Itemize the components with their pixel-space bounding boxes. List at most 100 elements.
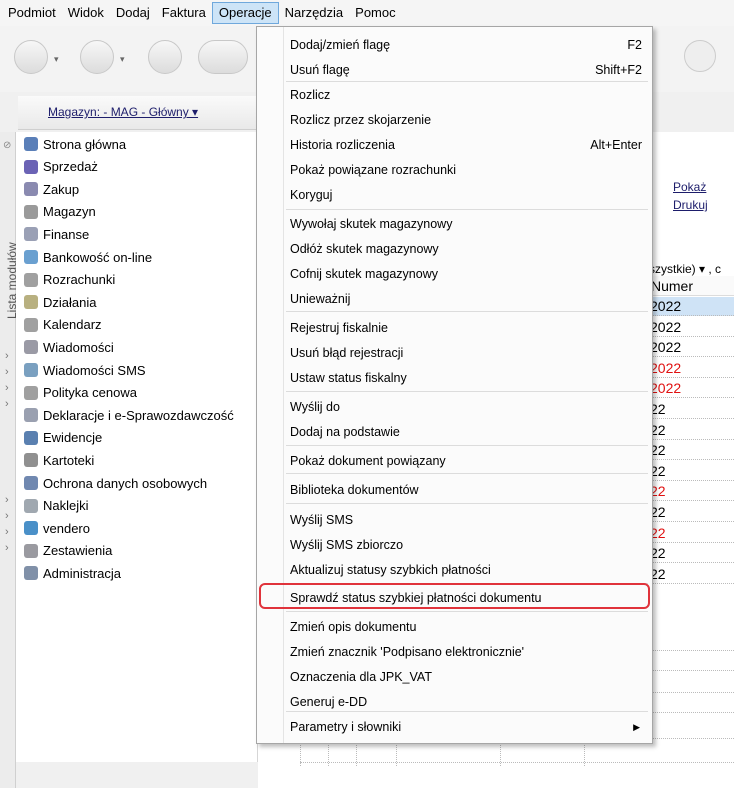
table-row[interactable]: 22 [648,503,734,522]
show-link[interactable]: Pokaż [673,180,706,194]
module-item[interactable]: Zestawienia [16,540,112,562]
warehouse-selector[interactable]: Magazyn: - MAG - Główny ▾ [18,96,258,130]
menu-item[interactable]: Wyślij SMS zbiorczo [257,533,652,557]
module-item[interactable]: Administracja [16,562,121,584]
menu-item[interactable]: Rozlicz przez skojarzenie [257,108,652,132]
menu-item-label: Rozlicz [290,88,331,102]
menu-item[interactable]: Odłóż skutek magazynowy [257,237,652,261]
table-row[interactable]: 22 [648,544,734,564]
menu-item[interactable]: Zmień opis dokumentu [257,615,652,639]
pin-icon[interactable]: ⊘ [3,140,11,151]
admin-icon [24,566,38,581]
back-icon[interactable] [14,40,48,74]
menu-item[interactable]: Dodaj/zmień flagę F2 [257,33,652,57]
menu-item[interactable]: Zmień znacznik 'Podpisano elektronicznie… [257,640,652,664]
menu-item[interactable]: Parametry i słowniki ▶ [257,715,652,739]
menu-item[interactable]: Wyślij SMS [257,508,652,532]
module-item[interactable]: Ochrona danych osobowych [16,472,207,494]
chevron-right-icon[interactable]: › [5,398,9,410]
chevron-right-icon[interactable]: › [5,542,9,554]
module-item[interactable]: Wiadomości [16,336,114,358]
menu-dodaj[interactable]: Dodaj [110,2,156,24]
module-item[interactable]: Finanse [16,223,89,245]
menu-item-label: Koryguj [290,188,333,202]
menu-podmiot[interactable]: Podmiot [2,2,62,24]
module-item[interactable]: Wiadomości SMS [16,359,146,381]
table-row[interactable]: 22 [648,462,734,481]
menu-widok[interactable]: Widok [62,2,110,24]
chevron-right-icon[interactable]: › [5,510,9,522]
table-row[interactable]: 2022 [648,318,734,337]
menu-item[interactable]: Dodaj na podstawie [257,420,652,444]
menu-item[interactable]: Generuj e-DD [257,690,652,714]
table-row[interactable]: 22 [648,524,734,543]
menu-item-label: Pokaż powiązane rozrachunki [290,163,457,177]
table-row[interactable]: 2022 [648,379,734,399]
menu-item[interactable]: Usuń flagę Shift+F2 [257,58,652,82]
menu-separator [286,391,648,392]
module-item[interactable]: Polityka cenowa [16,382,137,404]
menu-item[interactable]: Rejestruj fiskalnie [257,316,652,340]
module-item[interactable]: Zakup [16,178,79,200]
tag-icon[interactable] [198,40,248,74]
module-item[interactable]: Naklejki [16,495,89,517]
home-icon [24,137,38,151]
column-header-number[interactable]: Numer [648,276,734,296]
menu-item[interactable]: Oznaczenia dla JPK_VAT [257,665,652,689]
module-item[interactable]: Ewidencje [16,427,102,449]
menu-item-label: Unieważnij [290,292,351,306]
module-item[interactable]: Strona główna [16,133,126,155]
module-list-tab[interactable]: ⊘ › › › › Lista modułów › › › › [0,132,19,788]
table-row[interactable]: 22 [648,565,734,584]
menu-item[interactable]: Biblioteka dokumentów [257,478,652,502]
table-row[interactable]: 2022 [648,359,734,378]
forward-icon[interactable] [80,40,114,74]
chevron-right-icon[interactable]: › [5,366,9,378]
table-row[interactable]: 22 [648,421,734,440]
module-item-label: Ochrona danych osobowych [43,475,208,491]
module-item[interactable]: Sprzedaż [16,156,98,178]
table-row[interactable]: 22 [648,400,734,419]
menu-item[interactable]: Aktualizuj statusy szybkich płatności [257,558,652,582]
table-row[interactable]: 22 [648,441,734,461]
print-link[interactable]: Drukuj [673,198,708,212]
filter-selector[interactable]: szystkie) ▾ , c [649,262,721,276]
menu-item-label: Zmień opis dokumentu [290,620,417,634]
module-item[interactable]: Magazyn [16,201,96,223]
menu-item[interactable]: Pokaż dokument powiązany [257,449,652,473]
module-item[interactable]: Kalendarz [16,314,102,336]
module-item[interactable]: vendero [16,517,90,539]
menu-narzedzia[interactable]: Narzędzia [279,2,350,24]
menu-operacje[interactable]: Operacje [211,2,279,24]
refresh-icon[interactable] [148,40,182,74]
menu-item[interactable]: Historia rozliczenia Alt+Enter [257,133,652,157]
menu-item[interactable]: Rozlicz [257,83,652,107]
module-item[interactable]: Rozrachunki [16,269,115,291]
menu-item[interactable]: Cofnij skutek magazynowy [257,262,652,286]
menu-pomoc[interactable]: Pomoc [349,2,401,24]
module-item[interactable]: Kartoteki [16,449,94,471]
menu-item[interactable]: Pokaż powiązane rozrachunki [257,158,652,182]
forward-dropdown-icon[interactable]: ▾ [120,54,125,65]
menu-item[interactable]: Usuń błąd rejestracji [257,341,652,365]
back-dropdown-icon[interactable]: ▾ [54,54,59,65]
module-item[interactable]: Działania [16,291,96,313]
menu-faktura[interactable]: Faktura [156,2,212,24]
chevron-right-icon[interactable]: › [5,494,9,506]
module-item[interactable]: Deklaracje i e-Sprawozdawczość [16,404,234,426]
menu-item[interactable]: Ustaw status fiskalny [257,366,652,390]
chevron-right-icon[interactable]: › [5,526,9,538]
table-row[interactable]: 2022 [648,297,734,316]
table-row[interactable]: 2022 [648,338,734,358]
menu-item[interactable]: Unieważnij [257,287,652,311]
module-item[interactable]: Bankowość on-line [16,246,152,268]
menu-item[interactable]: Wyślij do [257,395,652,419]
chevron-right-icon[interactable]: › [5,350,9,362]
menu-item[interactable]: Wywołaj skutek magazynowy [257,212,652,236]
warehouse-selector-label[interactable]: Magazyn: - MAG - Główny ▾ [48,105,198,119]
table-row[interactable]: 22 [648,482,734,502]
settlements-icon [24,272,38,287]
menu-item-label: Wyślij do [290,400,340,414]
chevron-right-icon[interactable]: › [5,382,9,394]
menu-item[interactable]: Koryguj [257,183,652,207]
